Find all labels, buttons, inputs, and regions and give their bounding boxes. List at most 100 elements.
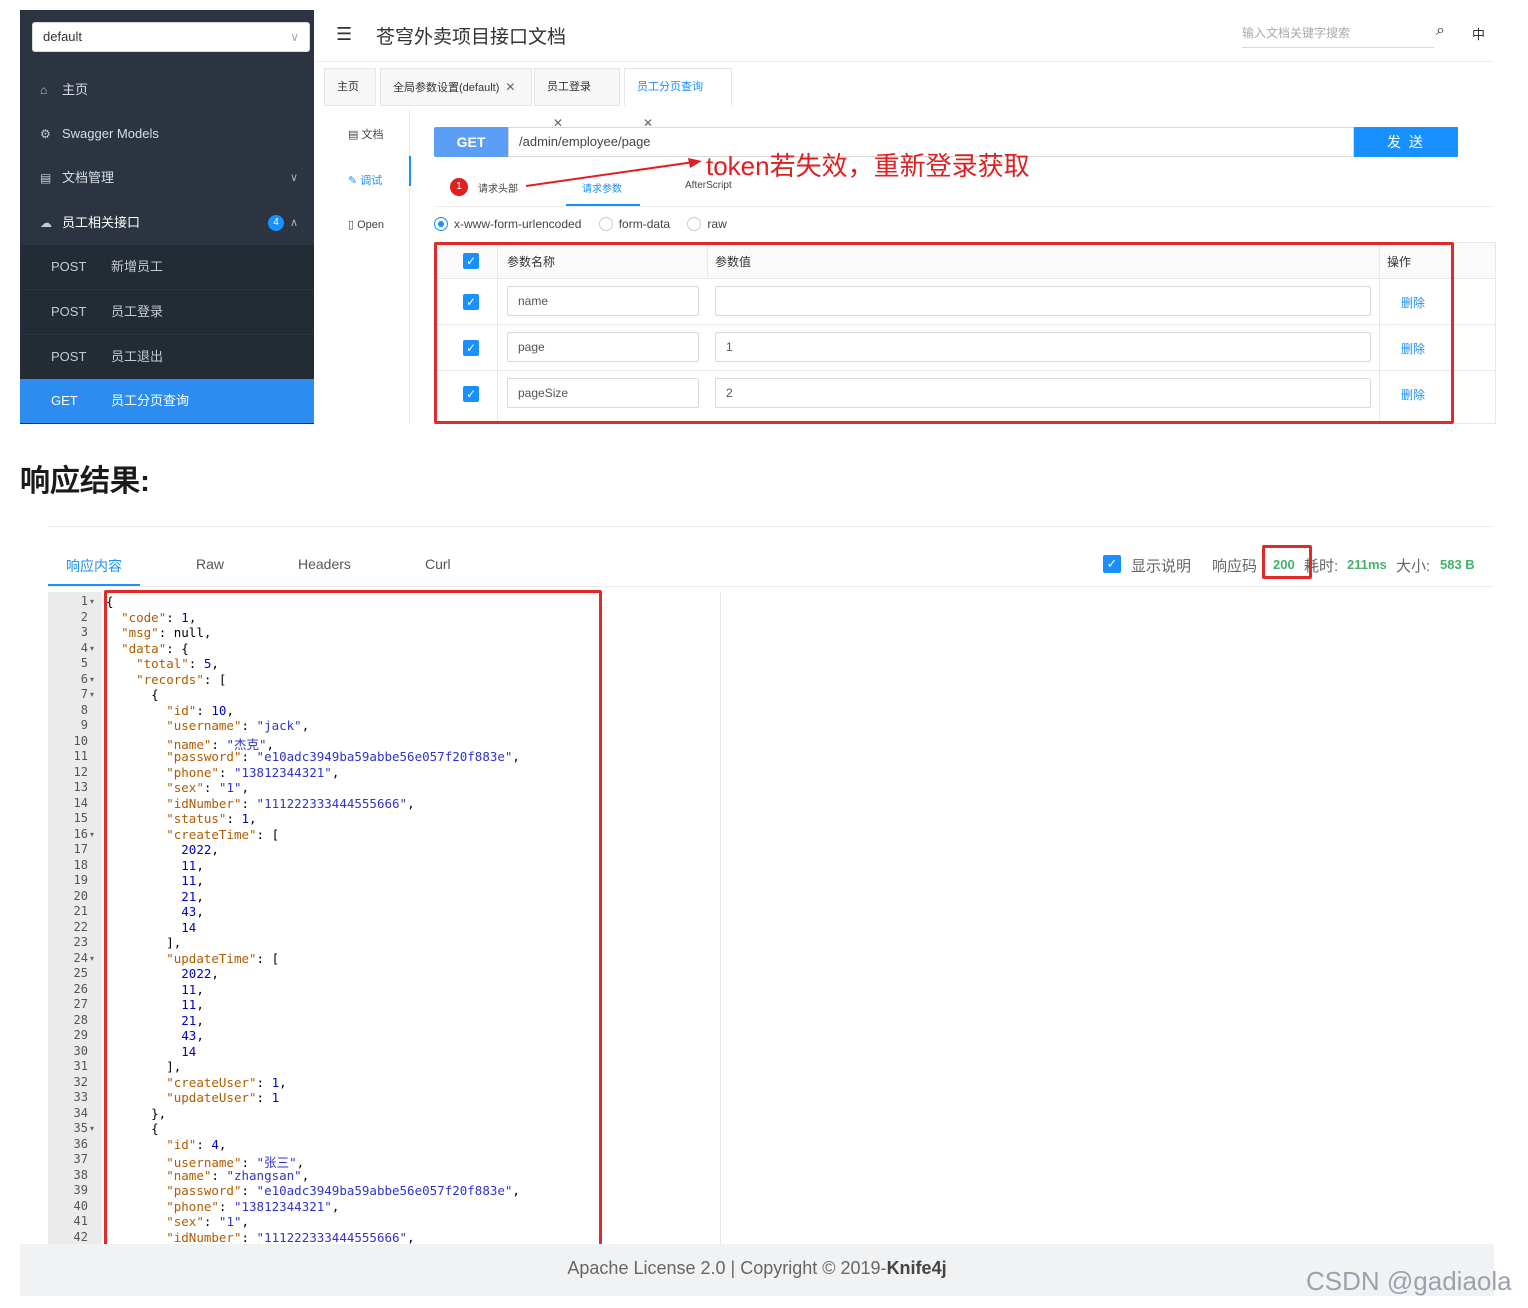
tabs-bar: 主页 全局参数设置(default) ✕ 员工登录✕ 员工分页查询✕: [320, 68, 1494, 130]
tab-home[interactable]: 主页: [324, 68, 376, 106]
line-number: 26: [73, 981, 88, 996]
menu-toggle-icon[interactable]: ☰: [336, 24, 352, 45]
line-number: 14: [73, 795, 88, 810]
param-tab-params[interactable]: 请求参数: [582, 180, 622, 195]
line-number: 28: [73, 1012, 88, 1027]
api-item-add-employee[interactable]: POST 新增员工: [20, 245, 314, 289]
tab-label: 员工登录: [547, 81, 591, 93]
models-icon: ⚙: [40, 127, 51, 141]
copyright-icon: ©: [822, 1258, 836, 1278]
line-number: 10: [73, 733, 88, 748]
debug-screenshot: default ∨ ⌂ 主页 ⚙ Swagger Models ▤ 文档管理 ∨ ☁ 员…: [20, 10, 1496, 424]
line-number: 5: [80, 656, 88, 670]
fold-toggle-icon[interactable]: ▾: [90, 1124, 94, 1133]
api-item-employee-logout[interactable]: POST 员工退出: [20, 335, 314, 379]
api-count-badge: 4: [268, 215, 284, 231]
fold-toggle-icon[interactable]: ▾: [90, 954, 94, 963]
header-count-badge: 1: [450, 178, 468, 196]
fold-toggle-icon[interactable]: ▾: [90, 690, 94, 699]
api-method: POST: [51, 349, 87, 364]
line-number: 31: [73, 1059, 88, 1073]
group-select[interactable]: default ∨: [32, 22, 310, 52]
radio-form-data[interactable]: [598, 216, 613, 231]
line-number: 11: [73, 749, 88, 763]
send-button[interactable]: 发 送: [1354, 127, 1458, 157]
tab-employee-page[interactable]: 员工分页查询✕: [624, 68, 732, 130]
page: { "sidebar": { "group_select": "default"…: [0, 0, 1528, 1308]
size-value: 583 B: [1440, 557, 1475, 572]
radio-raw[interactable]: [687, 216, 702, 231]
fold-toggle-icon[interactable]: ▾: [90, 644, 94, 653]
response-tab-headers[interactable]: Headers: [298, 556, 351, 572]
tab-employee-login[interactable]: 员工登录✕: [534, 68, 620, 130]
sidebar-item-label: 主页: [62, 82, 89, 97]
chevron-down-icon: ∨: [290, 30, 299, 44]
radio-label: form-data: [618, 216, 671, 231]
line-number: 7: [80, 687, 88, 701]
api-method: POST: [51, 259, 87, 274]
line-number: 4: [80, 640, 88, 655]
open-icon: ▯: [348, 219, 355, 231]
search-input[interactable]: 输入文档关键字搜索: [1242, 22, 1434, 48]
sidebar-item-swagger-models[interactable]: ⚙ Swagger Models: [20, 112, 314, 156]
header-bar: ☰ 苍穹外卖项目接口文档 输入文档关键字搜索 ⌕ 中: [314, 10, 1494, 62]
fold-toggle-icon[interactable]: ▾: [90, 675, 94, 684]
doc-manage-icon: ▤: [40, 171, 52, 185]
size-label: 大小:: [1396, 558, 1431, 575]
side-tab-doc[interactable]: ▤ 文档: [348, 126, 383, 142]
cloud-icon: ☁: [40, 216, 52, 230]
response-highlight-box: [104, 590, 602, 1252]
side-tab-open[interactable]: ▯ Open: [348, 218, 384, 231]
divider: [48, 586, 1494, 587]
side-tab-debug[interactable]: ✎ 调试: [348, 172, 382, 188]
time-value: 211ms: [1347, 557, 1387, 572]
line-number: 32: [73, 1074, 88, 1089]
sidebar-item-label: 员工相关接口: [62, 215, 141, 230]
line-number: 15: [73, 811, 88, 825]
radio-urlencoded[interactable]: [434, 216, 448, 231]
response-tab-raw[interactable]: Raw: [196, 556, 224, 572]
tab-global-params[interactable]: 全局参数设置(default) ✕: [380, 68, 532, 106]
line-number: 37: [73, 1152, 88, 1166]
sidebar-item-home[interactable]: ⌂ 主页: [20, 68, 314, 112]
divider: [434, 206, 1494, 207]
sidebar-item-employee-apis[interactable]: ☁ 员工相关接口 4 ∧: [20, 201, 314, 245]
side-tabs: ▤ 文档 ✎ 调试 ▯ Open: [320, 110, 411, 424]
param-tab-afterscript[interactable]: AfterScript: [685, 180, 732, 191]
status-code-highlight-box: [1262, 545, 1312, 579]
search-icon[interactable]: ⌕: [1436, 22, 1445, 40]
radio-label: raw: [707, 216, 727, 231]
response-tab-content[interactable]: 响应内容: [66, 556, 122, 576]
param-tab-headers[interactable]: 请求头部: [478, 180, 518, 195]
search-placeholder: 输入文档关键字搜索: [1242, 26, 1351, 40]
response-tab-curl[interactable]: Curl: [425, 556, 451, 572]
line-number: 3: [80, 625, 88, 639]
line-number: 19: [73, 873, 88, 887]
close-icon[interactable]: ✕: [505, 80, 515, 94]
show-description-checkbox[interactable]: ✓: [1103, 555, 1121, 573]
tab-label: 全局参数设置(default): [393, 82, 500, 94]
page-title: 苍穹外卖项目接口文档: [376, 27, 567, 48]
api-method: POST: [51, 304, 87, 319]
api-item-employee-login[interactable]: POST 员工登录: [20, 290, 314, 334]
fold-toggle-icon[interactable]: ▾: [90, 597, 94, 606]
api-name: 员工登录: [111, 304, 164, 319]
language-toggle[interactable]: 中: [1472, 24, 1485, 43]
line-number: 6: [80, 671, 88, 686]
fold-toggle-icon[interactable]: ▾: [90, 830, 94, 839]
line-number: 39: [73, 1183, 88, 1197]
line-number: 24: [73, 950, 88, 965]
status-code-label: 响应码: [1212, 558, 1258, 575]
sidebar-item-doc-manage[interactable]: ▤ 文档管理 ∨: [20, 156, 314, 200]
line-number: 35: [73, 1121, 88, 1135]
line-number: 22: [73, 919, 88, 934]
line-number: 40: [73, 1198, 88, 1213]
token-annotation: token若失效，重新登录获取: [706, 151, 1030, 181]
line-number: 42: [73, 1229, 88, 1244]
footer-text: Apache License 2.0 | Copyright © 2019-Kn…: [20, 1258, 1494, 1279]
line-number: 18: [73, 857, 88, 872]
line-number: 27: [73, 997, 88, 1011]
response-screenshot: 响应内容 Raw Headers Curl ✓ 显示说明 响应码 200 耗时:…: [20, 526, 1494, 1296]
api-item-employee-page[interactable]: GET 员工分页查询: [20, 379, 314, 423]
api-name: 员工退出: [111, 349, 164, 364]
